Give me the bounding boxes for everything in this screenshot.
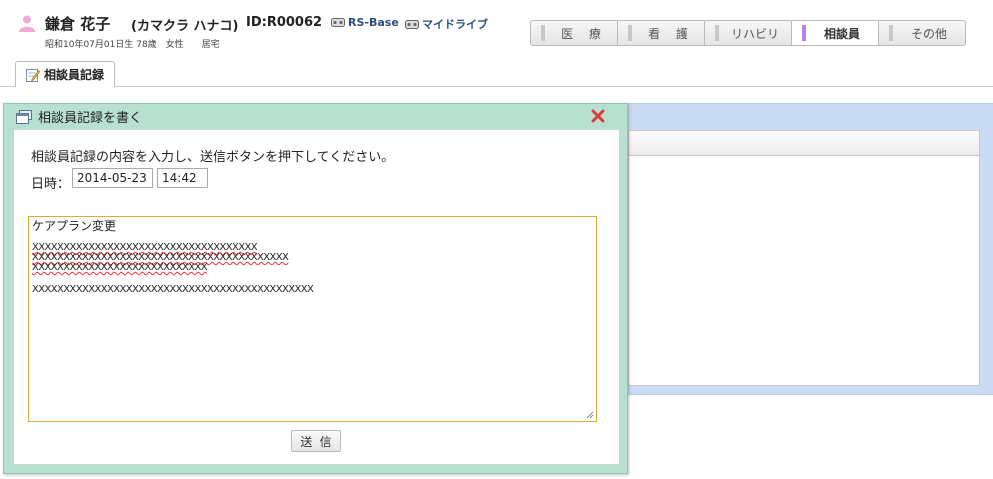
send-button[interactable]: 送信 (291, 430, 341, 452)
close-icon[interactable] (591, 109, 605, 123)
dialog-title-bar[interactable]: 相談員記録を書く (16, 107, 142, 126)
record-list-header (628, 130, 980, 156)
tab-label: 相談員 (823, 26, 860, 41)
drive-icon (331, 18, 345, 27)
category-tabs: 医 療 看 護 リハビリ 相談員 その他 (530, 20, 966, 46)
tab-divider (0, 86, 993, 87)
datetime-label: 日時： (31, 177, 71, 192)
time-input[interactable] (157, 168, 208, 188)
patient-details: 昭和10年07月01日生 78歳 女性 居宅 (45, 40, 220, 50)
tab-rehab[interactable]: リハビリ (705, 20, 792, 46)
dialog-body: 相談員記録の内容を入力し、送信ボタンを押下してください。 日時： ケアプラン変更… (13, 129, 620, 465)
instruction-text: 相談員記録の内容を入力し、送信ボタンを押下してください。 (31, 150, 395, 165)
tab-label: 医 療 (561, 26, 607, 41)
window-icon (16, 109, 32, 124)
tab-label: その他 (910, 26, 947, 41)
resize-handle-icon[interactable] (586, 411, 594, 419)
tab-medical[interactable]: 医 療 (530, 20, 618, 46)
person-icon (19, 15, 35, 32)
record-list-body (628, 130, 980, 386)
dialog-title: 相談員記録を書く (38, 111, 143, 126)
rs-base-label: RS-Base (348, 16, 399, 29)
text-line: ケアプラン変更 (32, 219, 117, 233)
text-line: XXXXXXXXXXXXXXXXXXXXXXXXXXXX (32, 262, 208, 273)
my-drive-link[interactable]: マイドライブ (405, 16, 488, 32)
notepad-pencil-icon (25, 68, 40, 82)
date-input[interactable] (72, 168, 153, 188)
tab-label: 看 護 (648, 26, 694, 41)
record-textarea[interactable]: ケアプラン変更 XXXXXXXXXXXXXXXXXXXXXXXXXXXXXXXX… (28, 216, 597, 422)
tab-nursing[interactable]: 看 護 (618, 20, 705, 46)
text-line: XXXXXXXXXXXXXXXXXXXXXXXXXXXXXXXXXXXXXXXX… (32, 284, 314, 295)
patient-kana: (カマクラ ハナコ) (131, 19, 239, 34)
page-tab-label: 相談員記録 (43, 68, 104, 82)
patient-name: 鎌倉 花子 (45, 15, 111, 33)
tab-other[interactable]: その他 (879, 20, 966, 46)
tab-counselor[interactable]: 相談員 (792, 20, 879, 46)
my-drive-label: マイドライブ (422, 18, 488, 31)
rs-base-link[interactable]: RS-Base (331, 16, 399, 29)
tab-label: リハビリ (730, 26, 779, 41)
drive-icon (405, 19, 419, 29)
write-record-dialog: 相談員記録を書く 相談員記録の内容を入力し、送信ボタンを押下してください。 日時… (3, 103, 628, 474)
patient-id: ID:R00062 (246, 15, 323, 30)
patient-header: 鎌倉 花子 (カマクラ ハナコ) ID:R00062 RS-Base マイドライ… (0, 0, 993, 87)
tab-counselor-record[interactable]: 相談員記録 (15, 61, 115, 87)
